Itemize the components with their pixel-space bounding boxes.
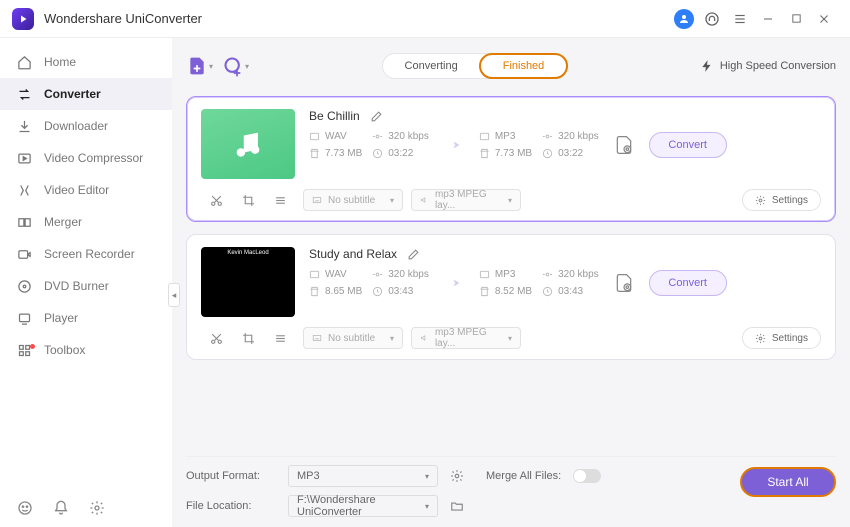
subtitle-select[interactable]: No subtitle▾: [303, 189, 403, 211]
edit-title-icon[interactable]: [407, 248, 420, 261]
audio-select[interactable]: mp3 MPEG lay...▾: [411, 189, 521, 211]
close-button[interactable]: [810, 5, 838, 33]
tab-segment: Converting Finished: [382, 53, 569, 79]
toolbox-icon: [16, 342, 32, 358]
file-list: Be Chillin WAV 7.73 MB 320 kbps 03:22: [186, 86, 836, 456]
trim-icon[interactable]: [209, 331, 223, 345]
menu-icon[interactable]: [726, 5, 754, 33]
output-settings-icon[interactable]: [609, 135, 639, 155]
add-url-button[interactable]: ▾: [222, 52, 250, 80]
file-thumbnail: [201, 109, 295, 179]
collapse-sidebar-button[interactable]: ◂: [168, 283, 180, 307]
sidebar-item-player[interactable]: Player: [0, 302, 172, 334]
sidebar-item-label: Merger: [44, 215, 82, 229]
sidebar-item-recorder[interactable]: Screen Recorder: [0, 238, 172, 270]
file-title: Be Chillin: [309, 109, 360, 123]
maximize-button[interactable]: [782, 5, 810, 33]
convert-button[interactable]: Convert: [649, 132, 727, 158]
sidebar-item-downloader[interactable]: Downloader: [0, 110, 172, 142]
format-settings-icon[interactable]: [450, 469, 464, 483]
sidebar-item-label: Video Editor: [44, 183, 109, 197]
editor-icon: [16, 182, 32, 198]
sidebar-item-toolbox[interactable]: Toolbox: [0, 334, 172, 366]
settings-button[interactable]: Settings: [742, 327, 821, 349]
high-speed-label: High Speed Conversion: [720, 60, 836, 72]
titlebar: Wondershare UniConverter: [0, 0, 850, 38]
sidebar-item-dvd[interactable]: DVD Burner: [0, 270, 172, 302]
chevron-down-icon: ▾: [245, 62, 249, 71]
sidebar: Home Converter Downloader Video Compress…: [0, 38, 172, 527]
compressor-icon: [16, 150, 32, 166]
sidebar-item-merger[interactable]: Merger: [0, 206, 172, 238]
sidebar-item-label: Downloader: [44, 119, 108, 133]
add-file-button[interactable]: ▾: [186, 52, 214, 80]
main-panel: ▾ ▾ Converting Finished High Speed Conve…: [172, 38, 850, 527]
minimize-button[interactable]: [754, 5, 782, 33]
home-icon: [16, 54, 32, 70]
sidebar-item-converter[interactable]: Converter: [0, 78, 172, 110]
sidebar-item-compressor[interactable]: Video Compressor: [0, 142, 172, 174]
crop-icon[interactable]: [241, 331, 255, 345]
player-icon: [16, 310, 32, 326]
output-format-select[interactable]: MP3▾: [288, 465, 438, 487]
recorder-icon: [16, 246, 32, 262]
dvd-icon: [16, 278, 32, 294]
bolt-icon: [700, 59, 714, 73]
file-card[interactable]: Be Chillin WAV 7.73 MB 320 kbps 03:22: [186, 96, 836, 222]
settings-icon[interactable]: [88, 499, 106, 517]
file-location-label: File Location:: [186, 500, 276, 512]
more-icon[interactable]: [273, 193, 287, 207]
file-thumbnail: Kevin MacLeod: [201, 247, 295, 317]
crop-icon[interactable]: [241, 193, 255, 207]
output-format-label: Output Format:: [186, 470, 276, 482]
sidebar-item-label: Player: [44, 311, 78, 325]
app-name: Wondershare UniConverter: [44, 11, 202, 26]
toolbar: ▾ ▾ Converting Finished High Speed Conve…: [186, 46, 836, 86]
sidebar-item-label: Toolbox: [44, 343, 85, 357]
more-icon[interactable]: [273, 331, 287, 345]
chevron-down-icon: ▾: [209, 62, 213, 71]
feedback-icon[interactable]: [16, 499, 34, 517]
app-logo: [12, 8, 34, 30]
sidebar-item-editor[interactable]: Video Editor: [0, 174, 172, 206]
bottom-bar: Output Format: MP3▾ Merge All Files: Fil…: [186, 456, 836, 527]
arrow-right-icon: [439, 137, 469, 153]
convert-button[interactable]: Convert: [649, 270, 727, 296]
sidebar-item-label: Home: [44, 55, 76, 69]
sidebar-item-home[interactable]: Home: [0, 46, 172, 78]
high-speed-toggle[interactable]: High Speed Conversion: [700, 59, 836, 73]
converter-icon: [16, 86, 32, 102]
open-folder-icon[interactable]: [450, 499, 464, 513]
arrow-right-icon: [439, 275, 469, 291]
sidebar-item-label: Screen Recorder: [44, 247, 135, 261]
file-location-select[interactable]: F:\Wondershare UniConverter▾: [288, 495, 438, 517]
audio-select[interactable]: mp3 MPEG lay...▾: [411, 327, 521, 349]
merge-toggle[interactable]: [573, 469, 601, 483]
support-icon[interactable]: [698, 5, 726, 33]
download-icon: [16, 118, 32, 134]
sidebar-item-label: Video Compressor: [44, 151, 143, 165]
notification-dot: [30, 344, 35, 349]
merger-icon: [16, 214, 32, 230]
user-avatar-icon[interactable]: [674, 9, 694, 29]
settings-button[interactable]: Settings: [742, 189, 821, 211]
merge-label: Merge All Files:: [486, 470, 561, 482]
output-settings-icon[interactable]: [609, 273, 639, 293]
sidebar-item-label: Converter: [44, 87, 101, 101]
tab-finished[interactable]: Finished: [479, 53, 569, 79]
tab-converting[interactable]: Converting: [383, 54, 480, 78]
trim-icon[interactable]: [209, 193, 223, 207]
start-all-button[interactable]: Start All: [740, 467, 836, 497]
file-card[interactable]: Kevin MacLeod Study and Relax WAV 8.65 M…: [186, 234, 836, 360]
edit-title-icon[interactable]: [370, 110, 383, 123]
subtitle-select[interactable]: No subtitle▾: [303, 327, 403, 349]
file-title: Study and Relax: [309, 247, 397, 261]
notifications-icon[interactable]: [52, 499, 70, 517]
sidebar-item-label: DVD Burner: [44, 279, 109, 293]
